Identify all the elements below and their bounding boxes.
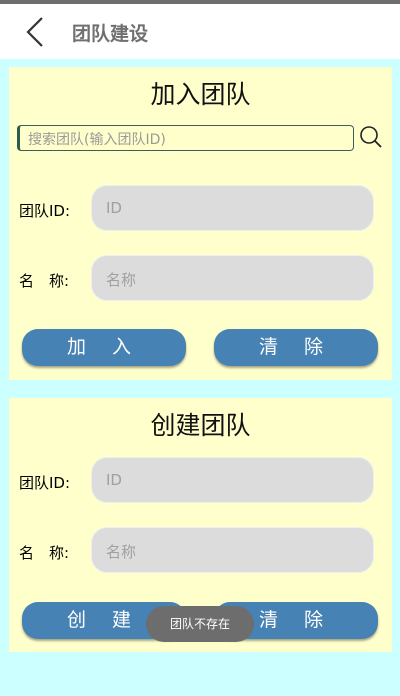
join-clear-button[interactable]: 清 除: [214, 329, 378, 366]
create-team-title: 创建团队: [150, 411, 251, 440]
join-team-card: 加入团队 搜索团队(输入团队ID) 团队ID: ID 名 称: 名称 加 入 清…: [9, 67, 392, 380]
search-placeholder: 搜索团队(输入团队ID): [28, 132, 166, 148]
create-id-placeholder: ID: [106, 471, 122, 489]
join-id-input[interactable]: ID: [91, 185, 374, 231]
toast-message: 团队不存在: [146, 606, 254, 642]
page-title: 团队建设: [72, 23, 149, 45]
join-team-title: 加入团队: [150, 80, 251, 109]
join-name-label: 名 称:: [19, 272, 70, 290]
join-button[interactable]: 加 入: [22, 329, 186, 366]
create-id-input[interactable]: ID: [91, 457, 374, 503]
create-id-label: 团队ID:: [19, 474, 71, 492]
back-arrow-icon[interactable]: [22, 16, 50, 48]
create-name-placeholder: 名称: [106, 543, 137, 561]
app-header: 团队建设: [0, 4, 400, 59]
search-input[interactable]: 搜索团队(输入团队ID): [17, 125, 354, 151]
join-id-placeholder: ID: [106, 199, 122, 217]
join-id-label: 团队ID:: [19, 202, 71, 220]
join-name-placeholder: 名称: [106, 271, 137, 289]
join-name-input[interactable]: 名称: [91, 255, 374, 301]
create-name-input[interactable]: 名称: [91, 527, 374, 573]
create-name-label: 名 称:: [19, 544, 70, 562]
search-icon[interactable]: [359, 125, 383, 149]
